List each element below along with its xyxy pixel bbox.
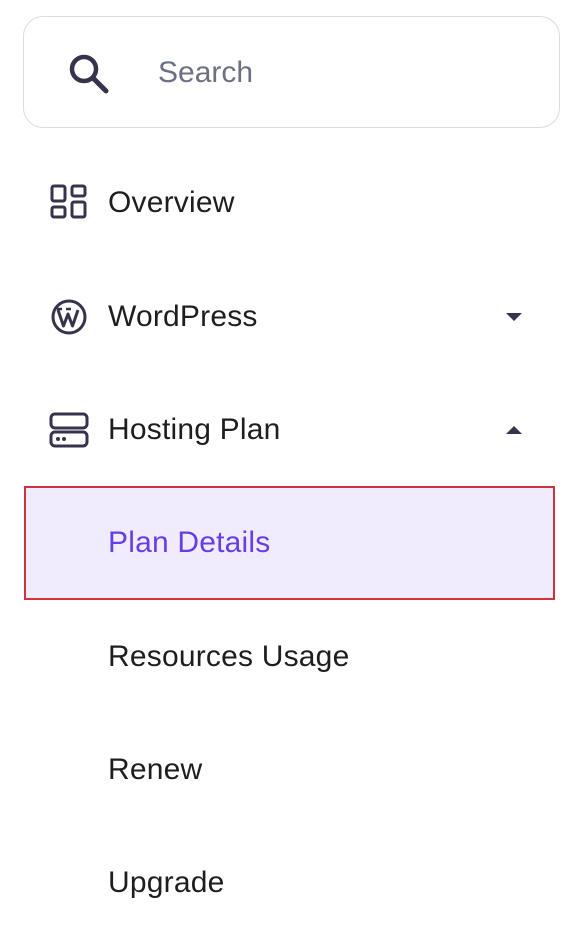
submenu-item-resources-usage[interactable]: Resources Usage (0, 627, 573, 687)
sidebar-item-wordpress[interactable]: WordPress (0, 287, 573, 347)
server-icon (49, 412, 89, 448)
sidebar-item-label: Overview (108, 186, 235, 219)
sidebar-item-overview[interactable]: Overview (0, 173, 573, 233)
submenu-item-label: Plan Details (108, 526, 271, 559)
sidebar-item-label: Hosting Plan (108, 413, 281, 446)
submenu-item-label: Resources Usage (108, 640, 350, 673)
chevron-up-icon[interactable] (505, 424, 523, 436)
submenu-item-label: Upgrade (108, 866, 225, 899)
submenu-item-renew[interactable]: Renew (0, 740, 573, 800)
search-input[interactable] (158, 51, 538, 95)
submenu-item-label: Renew (108, 753, 203, 786)
submenu-item-upgrade[interactable]: Upgrade (0, 853, 573, 913)
chevron-down-icon[interactable] (505, 311, 523, 323)
search-box[interactable] (23, 16, 560, 128)
sidebar-item-hosting-plan[interactable]: Hosting Plan (0, 400, 573, 460)
sidebar-item-label: WordPress (108, 300, 258, 333)
wordpress-icon (51, 299, 87, 335)
submenu-item-plan-details[interactable]: Plan Details (24, 486, 555, 600)
grid-icon (50, 184, 87, 219)
search-icon (69, 54, 109, 94)
sidebar-menu: Overview WordPress Hosting Plan Plan Det… (0, 0, 573, 928)
